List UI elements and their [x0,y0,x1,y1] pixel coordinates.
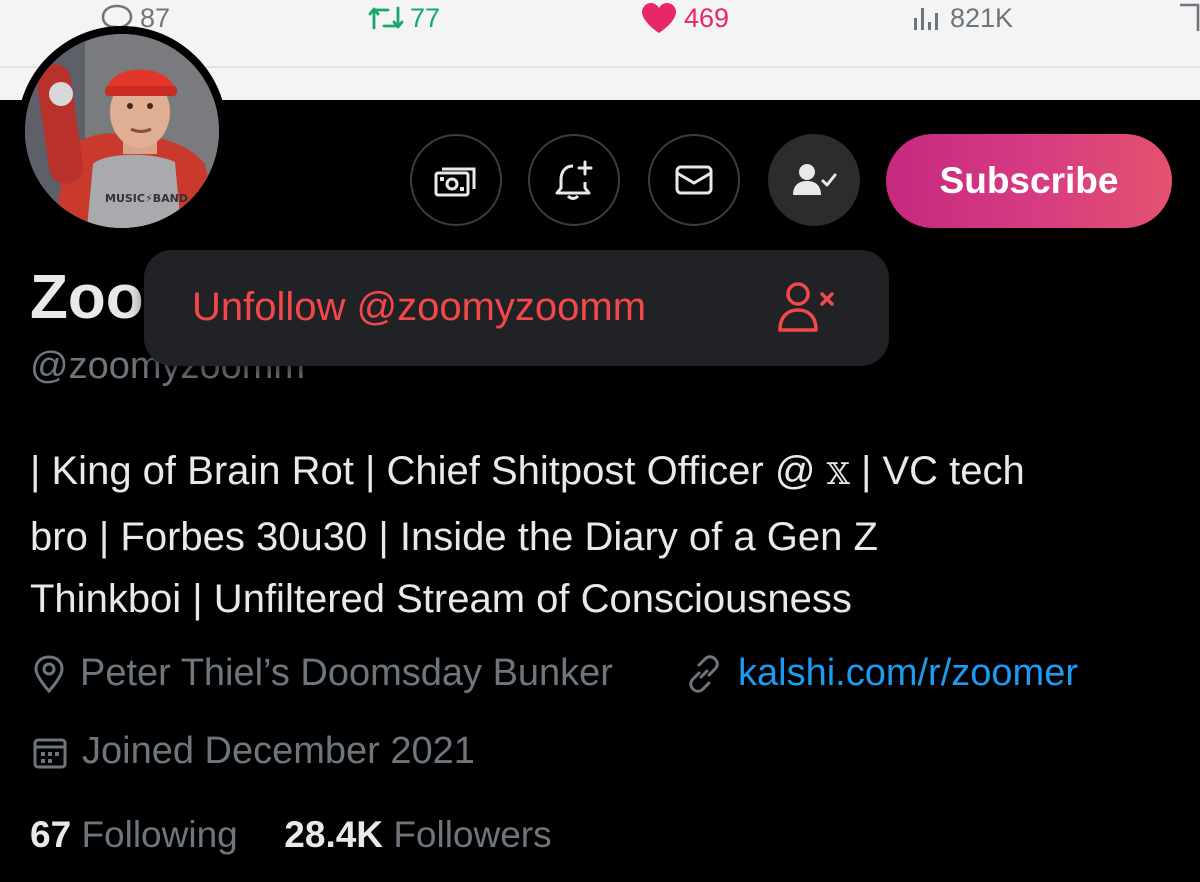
display-name: Zoo [30,263,144,332]
followers-label: Followers [393,814,552,855]
heart-icon [642,3,676,33]
website-link[interactable]: kalshi.com/r/zoomer [738,652,1078,695]
bio-text: | King of Brain Rot | Chief Shitpost Off… [30,449,816,493]
like-button[interactable]: 469 [640,0,729,36]
repost-icon [368,6,404,30]
bio-line: bro | Forbes 30u30 | Inside the Diary of… [30,515,878,559]
person-x-icon[interactable] [776,280,840,336]
shirt-logo-text: MUSIC⚡BAND [105,192,188,205]
joined-text: Joined December 2021 [82,730,475,772]
share-button[interactable] [1178,0,1200,36]
calendar-icon [33,738,67,768]
avatar-illustration: MUSIC⚡BAND [25,34,219,228]
subscribe-button[interactable]: Subscribe [886,134,1172,228]
following-link[interactable]: 67 Following [30,814,248,855]
followers-link[interactable]: 28.4K Followers [284,814,551,855]
link-icon [689,654,719,693]
bio-line: | King of Brain Rot | Chief Shitpost Off… [30,440,1180,506]
tip-button[interactable] [410,134,502,226]
following-label: Following [81,814,238,855]
bell-plus-icon [555,160,593,200]
profile-joined: Joined December 2021 [32,730,475,773]
views-button[interactable]: 821K [912,0,1013,36]
person-check-icon [793,164,837,195]
followers-count: 28.4K [284,814,384,855]
envelope-icon [675,165,713,195]
profile-bio: | King of Brain Rot | Chief Shitpost Off… [30,440,1180,630]
view-count: 821K [950,2,1014,33]
bio-text: | VC tech [860,449,1025,493]
money-icon [434,167,476,197]
like-count: 469 [684,2,730,33]
repost-count: 77 [410,2,441,33]
profile-website[interactable]: kalshi.com/r/zoomer [684,652,1078,695]
message-button[interactable] [648,134,740,226]
location-text: Peter Thiel’s Doomsday Bunker [80,652,613,694]
unfollow-menu-item[interactable]: Unfollow @zoomyzoomm [192,285,646,330]
share-icon [1180,3,1200,31]
notify-button[interactable] [528,134,620,226]
x-logo-icon[interactable]: 𝕏 [827,457,850,492]
following-button[interactable] [768,134,860,226]
unfollow-menu: Unfollow @zoomyzoomm [144,250,889,366]
bar-chart-icon [914,8,938,30]
profile-avatar[interactable]: MUSIC⚡BAND [17,26,227,236]
location-pin-icon [34,654,64,693]
avatar-photo: MUSIC⚡BAND [25,34,219,228]
bio-line: Thinkboi | Unfiltered Stream of Consciou… [30,577,852,621]
following-count: 67 [30,814,72,855]
follow-stats: 67 Following 28.4K Followers [30,814,552,856]
profile-location: Peter Thiel’s Doomsday Bunker [32,652,613,695]
repost-button[interactable]: 77 [368,0,440,36]
